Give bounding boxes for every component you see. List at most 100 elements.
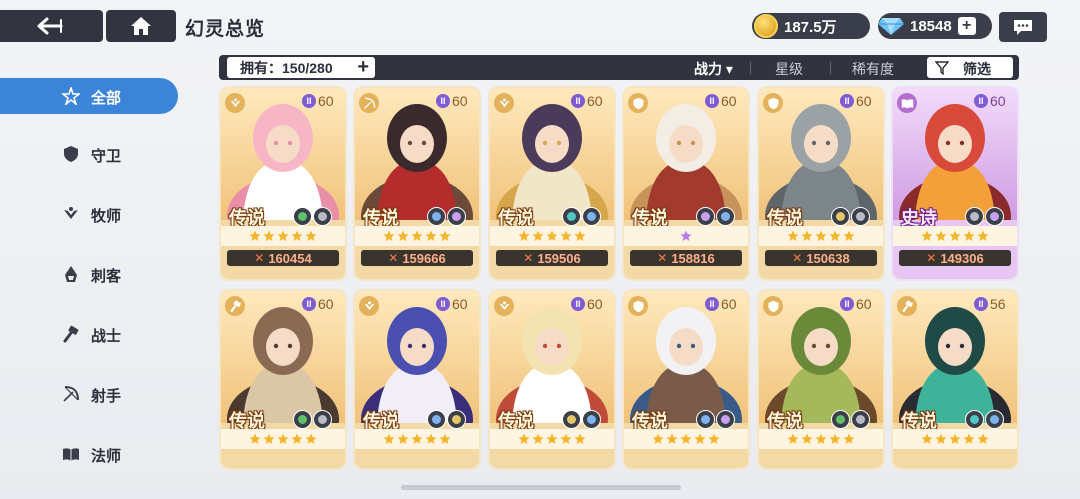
star-icon <box>801 433 813 444</box>
shield-icon <box>628 296 648 316</box>
filter-button[interactable]: 筛选 <box>927 57 1013 78</box>
hero-card[interactable]: II 60 传说 ✕ 159666 <box>353 86 481 281</box>
hero-card[interactable]: II 60 传说 <box>622 289 750 470</box>
star-icon <box>518 230 530 241</box>
sidebar-item-mage[interactable]: 法师 <box>0 436 178 472</box>
power-value-bar: ✕ 149306 <box>899 250 1011 266</box>
hero-level: 60 <box>587 93 603 109</box>
hero-level: 60 <box>452 296 468 312</box>
hero-card[interactable]: II 56 传说 <box>891 289 1019 470</box>
sort-by-power[interactable]: 战力 ▾ <box>694 59 733 79</box>
chat-button[interactable] <box>999 12 1047 42</box>
star-rating <box>490 226 614 246</box>
level-pip-icon: II <box>571 297 585 311</box>
hero-card[interactable]: II 60 传说 <box>219 289 347 470</box>
level-badge: II 56 <box>974 296 1006 312</box>
hero-power: 159666 <box>402 250 446 266</box>
star-icon <box>977 230 989 241</box>
shield-icon <box>62 145 80 163</box>
owned-count: 拥有：150/280 <box>240 59 333 76</box>
home-indicator[interactable] <box>401 485 681 490</box>
hero-level: 60 <box>721 296 737 312</box>
power-value-bar: ✕ 159506 <box>496 250 608 266</box>
hood-icon <box>62 265 80 283</box>
gold-currency[interactable]: 187.5万 <box>752 13 870 39</box>
hero-card[interactable]: II 60 传说 <box>757 289 885 470</box>
home-button[interactable] <box>106 10 176 42</box>
star-icon <box>560 433 572 444</box>
star-icon <box>921 433 933 444</box>
sort-by-stars[interactable]: 星级 <box>775 59 803 79</box>
hero-card[interactable]: II 60 传说 ✕ 159506 <box>488 86 616 281</box>
nature-icon <box>293 207 312 226</box>
hammer-icon <box>62 325 80 343</box>
level-badge: II 60 <box>974 93 1006 109</box>
star-icon <box>425 230 437 241</box>
hero-card[interactable]: II 60 传说 <box>488 289 616 470</box>
hero-card[interactable]: II 60 传说 <box>353 289 481 470</box>
wing-icon <box>494 93 514 113</box>
star-icon <box>263 230 275 241</box>
star-rating <box>759 226 883 246</box>
sidebar-item-guard[interactable]: 守卫 <box>0 136 178 172</box>
holy-icon <box>427 410 446 429</box>
owned-count-button[interactable]: 拥有：150/280 + <box>227 57 375 78</box>
sidebar-item-archer[interactable]: 射手 <box>0 376 178 412</box>
holy-icon <box>582 410 601 429</box>
page-title: 幻灵总览 <box>185 19 266 40</box>
bow-icon <box>359 93 379 113</box>
spiral-icon <box>851 207 870 226</box>
star-icon <box>383 230 395 241</box>
level-badge: II 60 <box>705 296 737 312</box>
wing-icon <box>447 410 466 429</box>
level-pip-icon: II <box>571 94 585 108</box>
crossed-swords-icon: ✕ <box>523 251 534 265</box>
back-arrow-icon <box>37 17 62 35</box>
star-icon <box>305 230 317 241</box>
hero-card[interactable]: II 60 史诗 ✕ 149306 <box>891 86 1019 281</box>
wing-icon <box>62 205 80 223</box>
star-icon <box>397 230 409 241</box>
level-badge: II 60 <box>436 296 468 312</box>
filter-bar: 拥有：150/280 + 战力 ▾ 星级 稀有度 筛选 <box>219 55 1019 80</box>
hero-card[interactable]: II 60 传说 ✕ 150638 <box>757 86 885 281</box>
sidebar-item-warrior[interactable]: 战士 <box>0 316 178 352</box>
sidebar-item-priest[interactable]: 牧师 <box>0 196 178 232</box>
level-badge: II 60 <box>705 93 737 109</box>
sidebar-item-all[interactable]: 全部 <box>0 78 178 114</box>
gem-currency[interactable]: 18548 + <box>878 13 992 39</box>
level-pip-icon: II <box>705 297 719 311</box>
holy-icon <box>427 207 446 226</box>
hero-card[interactable]: II 60 传说 ✕ 158816 <box>622 86 750 281</box>
book-icon <box>62 445 80 463</box>
eye-icon <box>985 207 1004 226</box>
star-icon <box>574 433 586 444</box>
top-bar: 幻灵总览 187.5万 18548 + <box>0 0 1080 52</box>
sidebar-item-assassin[interactable]: 刺客 <box>0 256 178 292</box>
holy-icon <box>696 410 715 429</box>
level-pip-icon: II <box>840 94 854 108</box>
expand-capacity-button[interactable]: + <box>357 57 369 77</box>
wing-icon <box>562 410 581 429</box>
nature-icon <box>831 410 850 429</box>
star-icon <box>411 230 423 241</box>
level-pip-icon: II <box>974 297 988 311</box>
hero-card[interactable]: II 60 传说 ✕ 160454 <box>219 86 347 281</box>
gold-coin-icon <box>754 14 778 38</box>
level-badge: II 60 <box>302 93 334 109</box>
hero-level: 56 <box>990 296 1006 312</box>
star-rating <box>759 429 883 449</box>
star-icon <box>249 230 261 241</box>
eye-icon <box>696 207 715 226</box>
hero-level: 60 <box>318 93 334 109</box>
sort-by-rarity[interactable]: 稀有度 <box>852 59 894 79</box>
power-value-bar: ✕ 150638 <box>765 250 877 266</box>
back-button[interactable] <box>0 10 103 42</box>
add-gems-button[interactable]: + <box>957 17 976 35</box>
sidebar-item-label: 法师 <box>91 448 122 465</box>
level-badge: II 60 <box>571 93 603 109</box>
star-icon <box>291 433 303 444</box>
star-icon <box>277 433 289 444</box>
level-badge: II 60 <box>840 93 872 109</box>
hero-level: 60 <box>587 296 603 312</box>
